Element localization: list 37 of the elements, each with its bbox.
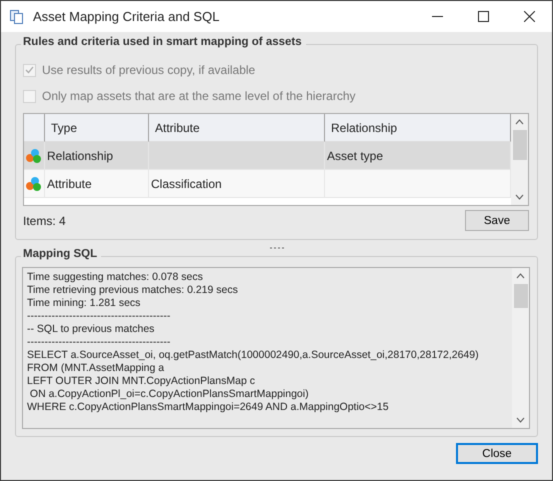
table-cell[interactable] [24, 142, 45, 170]
sql-line: ON a.CopyActionPl_oi=c.CopyActionPlansSmartMappingoi) [28, 388, 310, 401]
sql-line: ----------------------------------------- [27, 310, 172, 323]
cubes-icon [25, 148, 43, 164]
sql-line: LEFT OUTER JOIN MNT.CopyActionPlansMap c [27, 375, 256, 388]
maximize-icon[interactable] [478, 11, 488, 22]
option-label: Only map assets that are at the same level of the hierarchy [42, 89, 356, 103]
window-title: Asset Mapping Criteria and SQL [33, 9, 220, 24]
column-header[interactable]: Type [45, 114, 149, 142]
table-cell: Attribute [45, 170, 149, 198]
sql-line: SELECT a.SourceAsset_oi, oq.getPastMatch(1000002490,a.SourceAsset_oi,28170,28172,2649) [27, 349, 480, 362]
table-cell[interactable] [24, 170, 45, 198]
scrollbar-thumb[interactable] [514, 284, 528, 308]
sql-line: Time retrieving previous matches: 0.219 secs [27, 284, 239, 297]
sql-line: Time suggesting matches: 0.078 secs [27, 271, 204, 284]
sql-line: ----------------------------------------- [27, 336, 172, 349]
sql-line: WHERE c.CopyActionPlansSmartMappingoi=2649 AND a.MappingOptio<>15 [27, 401, 390, 414]
column-header[interactable]: Attribute [149, 114, 325, 142]
sql-line: FROM (MNT.AssetMapping a [27, 362, 166, 375]
scrollbar-thumb[interactable] [512, 130, 526, 160]
items-count: Items: 4 [23, 214, 66, 228]
sql-line: -- SQL to previous matches [27, 323, 156, 336]
documents-icon [9, 8, 25, 24]
option-label: Use results of previous copy, if available [42, 63, 256, 77]
table-cell: Relationship [45, 142, 149, 170]
table-cell: Classification [149, 170, 325, 198]
scrollbar[interactable] [511, 114, 528, 205]
cubes-icon [25, 176, 43, 192]
column-header[interactable]: Relationship [325, 114, 511, 142]
group-title: Mapping SQL [21, 248, 102, 260]
group-title: Rules and criteria used in smart mapping of assets [21, 36, 306, 48]
save-button[interactable]: Save [465, 210, 529, 231]
close-icon[interactable] [524, 11, 534, 22]
table-cell: Asset type [325, 142, 511, 170]
close-dialog-button[interactable]: Close [456, 443, 538, 464]
scrollbar[interactable] [512, 268, 529, 428]
sql-line: Time mining: 1.281 secs [27, 297, 142, 310]
